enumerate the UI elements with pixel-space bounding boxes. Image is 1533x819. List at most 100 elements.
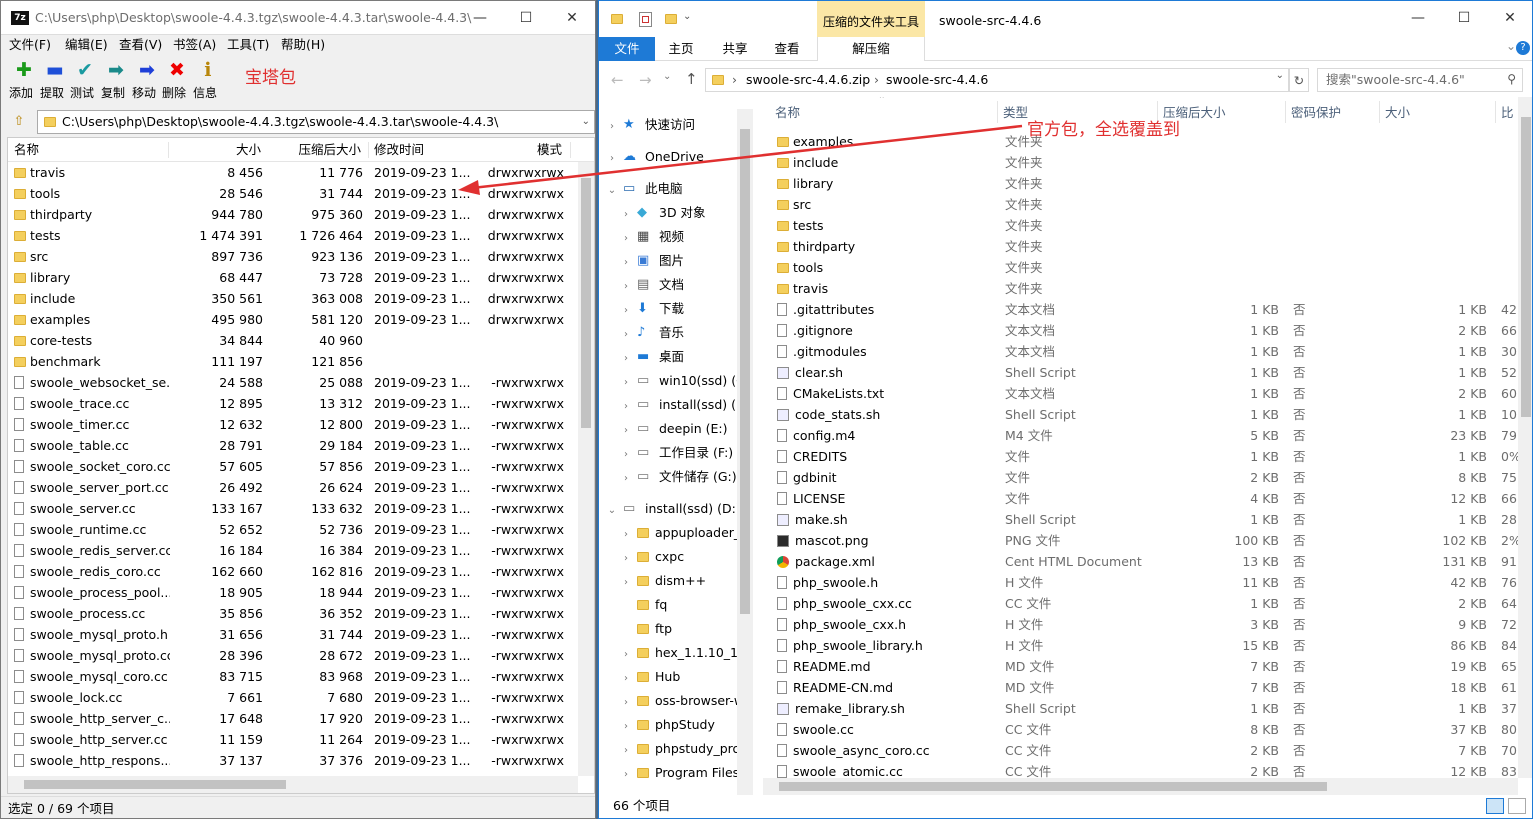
breadcrumb[interactable]: › swoole-src-4.4.6.zip › swoole-src-4.4.…: [705, 68, 1289, 92]
table-row[interactable]: swoole_trace.cc 12 895 13 312 2019-09-23 1.…: [8, 393, 578, 414]
list-item[interactable]: LICENSE 文件 4 KB 否 12 KB 66: [763, 488, 1518, 509]
list-item[interactable]: CMakeLists.txt 文本文档 1 KB 否 2 KB 60: [763, 383, 1518, 404]
table-row[interactable]: examples 495 980 581 120 2019-09-23 1... drw…: [8, 309, 578, 330]
table-row[interactable]: tests 1 474 391 1 726 464 2019-09-23 1... dr…: [8, 225, 578, 246]
help-icon[interactable]: ?: [1516, 41, 1530, 55]
list-item[interactable]: php_swoole_cxx.h H 文件 3 KB 否 9 KB 72: [763, 614, 1518, 635]
left-col-header[interactable]: 名称: [14, 138, 39, 162]
right-horizontal-scrollbar[interactable]: [763, 778, 1518, 795]
up-folder-icon[interactable]: ⇧: [9, 112, 29, 132]
menu-item[interactable]: 书签(A): [173, 35, 216, 55]
nav-item[interactable]: › dism++: [619, 569, 706, 593]
left-col-header[interactable]: 修改时间: [374, 138, 424, 162]
close-button[interactable]: ✕: [549, 1, 595, 35]
table-row[interactable]: src 897 736 923 136 2019-09-23 1... drwxrwxr…: [8, 246, 578, 267]
left-col-header[interactable]: 压缩后大小: [298, 138, 361, 162]
chevron-right-icon[interactable]: ›: [619, 203, 633, 227]
table-row[interactable]: swoole_server_port.cc 26 492 26 624 2019-09…: [8, 477, 578, 498]
chevron-right-icon[interactable]: ›: [619, 715, 633, 739]
chevron-right-icon[interactable]: ›: [619, 467, 633, 491]
chevron-right-icon[interactable]: ›: [619, 227, 633, 251]
left-horizontal-scrollbar[interactable]: [8, 776, 578, 793]
table-row[interactable]: benchmark 111 197 121 856: [8, 351, 578, 372]
properties-icon[interactable]: [639, 12, 652, 27]
table-row[interactable]: swoole_http_server.cc 11 159 11 264 2019-09…: [8, 729, 578, 750]
chevron-right-icon[interactable]: ›: [619, 275, 633, 299]
nav-item[interactable]: › oss-browser-w: [619, 689, 737, 713]
table-row[interactable]: swoole_mysql_proto.cc 28 396 28 672 2019-09…: [8, 645, 578, 666]
nav-item[interactable]: ›▭ win10(ssd) (C:): [619, 369, 737, 393]
right-vertical-scrollbar[interactable]: [1518, 97, 1532, 778]
chevron-right-icon[interactable]: ›: [605, 147, 619, 171]
menu-item[interactable]: 帮助(H): [281, 35, 325, 55]
list-item[interactable]: .gitattributes 文本文档 1 KB 否 1 KB 42: [763, 299, 1518, 320]
list-item[interactable]: .gitignore 文本文档 1 KB 否 2 KB 66: [763, 320, 1518, 341]
menu-item[interactable]: 编辑(E): [65, 35, 108, 55]
list-item[interactable]: remake_library.sh Shell Script 1 KB 否 1 KB 37: [763, 698, 1518, 719]
toolbar-test-button[interactable]: ✔ 测试: [70, 59, 100, 103]
minimize-button[interactable]: —: [457, 1, 503, 35]
list-item[interactable]: swoole_async_coro.cc CC 文件 2 KB 否 7 KB 70: [763, 740, 1518, 761]
list-item[interactable]: php_swoole.h H 文件 11 KB 否 42 KB 76: [763, 572, 1518, 593]
chevron-down-icon[interactable]: ⌄: [605, 179, 619, 203]
nav-item[interactable]: ›▭ install(ssd) (D:): [619, 393, 737, 417]
list-item[interactable]: CREDITS 文件 1 KB 否 1 KB 0%: [763, 446, 1518, 467]
table-row[interactable]: travis 8 456 11 776 2019-09-23 1... drwxrwxr…: [8, 162, 578, 183]
table-row[interactable]: swoole_websocket_se... 24 588 25 088 2019-0…: [8, 372, 578, 393]
breadcrumb-zip[interactable]: swoole-src-4.4.6.zip: [746, 69, 870, 91]
chevron-right-icon[interactable]: ›: [619, 323, 633, 347]
list-item[interactable]: config.m4 M4 文件 5 KB 否 23 KB 79: [763, 425, 1518, 446]
nav-item[interactable]: › cxpc: [619, 545, 684, 569]
left-address-input[interactable]: C:\Users\php\Desktop\swoole-4.4.3.tgz\sw…: [62, 111, 498, 133]
nav-item[interactable]: › ▦ 视频: [619, 225, 684, 249]
close-button[interactable]: ✕: [1487, 1, 1532, 35]
list-item[interactable]: src 文件夹: [763, 194, 1518, 215]
right-col-header[interactable]: 大小: [1385, 103, 1410, 123]
table-row[interactable]: library 68 447 73 728 2019-09-23 1... drwxrw…: [8, 267, 578, 288]
left-col-header[interactable]: 大小: [236, 138, 261, 162]
list-item[interactable]: thirdparty 文件夹: [763, 236, 1518, 257]
table-row[interactable]: swoole_redis_server.cc 16 184 16 384 2019-0…: [8, 540, 578, 561]
nav-item[interactable]: › ☁ OneDrive: [605, 145, 704, 169]
toolbar-move-button[interactable]: ➡ 移动: [132, 59, 162, 103]
right-col-header[interactable]: 密码保护: [1291, 103, 1341, 123]
list-item[interactable]: include 文件夹: [763, 152, 1518, 173]
chevron-right-icon[interactable]: ›: [619, 371, 633, 395]
chevron-right-icon[interactable]: ›: [619, 251, 633, 275]
minimize-button[interactable]: —: [1395, 1, 1441, 35]
toolbar-add-button[interactable]: ✚ 添加: [9, 59, 39, 103]
breadcrumb-folder[interactable]: swoole-src-4.4.6: [886, 69, 988, 91]
maximize-button[interactable]: ☐: [503, 1, 549, 35]
search-box[interactable]: 搜索"swoole-src-4.4.6" ⚲: [1317, 68, 1523, 92]
nav-item[interactable]: › appuploader_ji: [619, 521, 737, 545]
table-row[interactable]: tools 28 546 31 744 2019-09-23 1... drwxrwxr…: [8, 183, 578, 204]
nav-item[interactable]: › Hub: [619, 665, 680, 689]
nav-item[interactable]: › phpStudy: [619, 713, 715, 737]
table-row[interactable]: swoole_server.cc 133 167 133 632 2019-09-23…: [8, 498, 578, 519]
table-row[interactable]: thirdparty 944 780 975 360 2019-09-23 1... d…: [8, 204, 578, 225]
list-item[interactable]: clear.sh Shell Script 1 KB 否 1 KB 52: [763, 362, 1518, 383]
nav-item[interactable]: › hex_1.1.10_162: [619, 641, 737, 665]
nav-item[interactable]: › ▤ 文档: [619, 273, 684, 297]
table-row[interactable]: swoole_runtime.cc 52 652 52 736 2019-09-23 …: [8, 519, 578, 540]
back-icon[interactable]: ←: [611, 71, 624, 89]
table-row[interactable]: swoole_mysql_coro.cc 83 715 83 968 2019-09-…: [8, 666, 578, 687]
list-item[interactable]: tests 文件夹: [763, 215, 1518, 236]
up-icon[interactable]: ↑: [685, 70, 698, 88]
table-row[interactable]: swoole_redis_coro.cc 162 660 162 816 2019-0…: [8, 561, 578, 582]
recent-dropdown-icon[interactable]: ⌄: [663, 71, 671, 82]
nav-item[interactable]: › ⬇ 下载: [619, 297, 684, 321]
search-input[interactable]: 搜索"swoole-src-4.4.6": [1326, 69, 1465, 91]
toolbar-copy-button[interactable]: ➡ 复制: [101, 59, 131, 103]
chevron-right-icon[interactable]: ›: [619, 395, 633, 419]
menu-item[interactable]: 工具(T): [227, 35, 269, 55]
chevron-right-icon[interactable]: ›: [619, 299, 633, 323]
table-row[interactable]: swoole_table.cc 28 791 29 184 2019-09-23 1.…: [8, 435, 578, 456]
table-row[interactable]: swoole_process.cc 35 856 36 352 2019-09-23 …: [8, 603, 578, 624]
list-item[interactable]: gdbinit 文件 2 KB 否 8 KB 75: [763, 467, 1518, 488]
search-icon[interactable]: ⚲: [1507, 72, 1516, 86]
table-row[interactable]: swoole_http_server_c... 17 648 17 920 2019-…: [8, 708, 578, 729]
tab-share[interactable]: 共享: [711, 37, 759, 61]
chevron-right-icon[interactable]: ›: [619, 347, 633, 371]
list-item[interactable]: php_swoole_cxx.cc CC 文件 1 KB 否 2 KB 64: [763, 593, 1518, 614]
